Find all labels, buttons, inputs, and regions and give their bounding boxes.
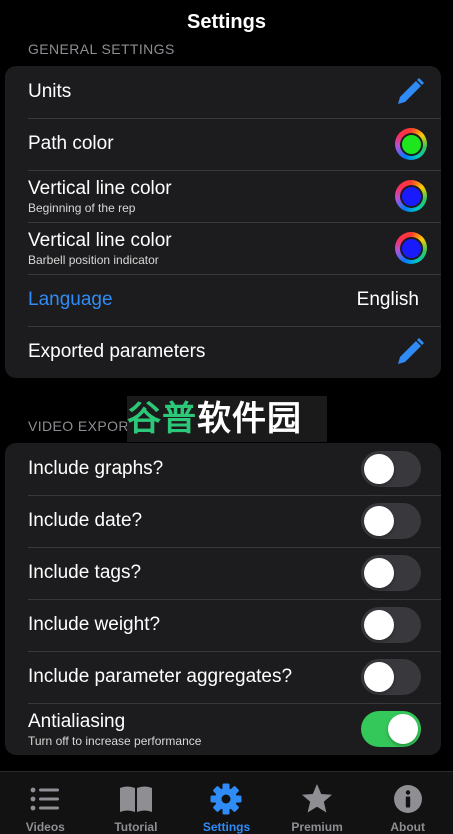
tab-tutorial-label: Tutorial	[114, 820, 158, 834]
pencil-icon[interactable]	[393, 335, 427, 369]
antialiasing-toggle[interactable]	[361, 711, 421, 747]
units-label: Units	[28, 81, 72, 102]
include-tags-label: Include tags?	[28, 562, 142, 583]
watermark-text-green: 谷普	[127, 399, 197, 439]
include-tags-row: Include tags?	[5, 547, 441, 599]
info-icon	[391, 782, 425, 815]
language-value: English	[356, 289, 419, 310]
tab-videos-label: Videos	[25, 820, 65, 834]
tab-premium-label: Premium	[291, 820, 343, 834]
tab-premium[interactable]: Premium	[272, 772, 363, 834]
include-parameter-aggregates-toggle[interactable]	[361, 659, 421, 695]
settings-screen: Settings GENERAL SETTINGS Units Path col…	[0, 0, 453, 834]
units-row[interactable]: Units	[5, 66, 441, 118]
watermark-text-white: 软件园	[197, 399, 302, 439]
color-wheel-icon[interactable]	[395, 128, 427, 160]
tab-bar: Videos Tutorial Settings Premium About	[0, 771, 453, 834]
language-label[interactable]: Language	[28, 289, 357, 311]
include-graphs-label: Include graphs?	[28, 458, 164, 479]
include-weight-label: Include weight?	[28, 614, 161, 635]
tab-about-label: About	[390, 820, 425, 834]
watermark-logo: 谷普 软件园	[127, 396, 327, 442]
tab-videos[interactable]: Videos	[0, 772, 91, 834]
vertical-line-color-label: Vertical line color	[28, 177, 172, 199]
include-weight-row: Include weight?	[5, 599, 441, 651]
book-icon	[119, 782, 153, 815]
path-color-row[interactable]: Path color	[5, 118, 441, 170]
path-color-label: Path color	[28, 133, 114, 154]
toggle-knob	[364, 454, 394, 484]
toggle-knob	[364, 558, 394, 588]
path-color-swatch	[399, 132, 423, 156]
tab-tutorial[interactable]: Tutorial	[91, 772, 182, 834]
video-export-group: Include graphs? Include date? Include ta…	[5, 443, 441, 755]
vertical-line-color-rep-row[interactable]: Vertical line color Beginning of the rep	[5, 170, 441, 222]
tab-settings[interactable]: Settings	[181, 772, 272, 834]
pencil-icon[interactable]	[393, 75, 427, 109]
tab-settings-label: Settings	[202, 820, 251, 834]
include-graphs-toggle[interactable]	[361, 451, 421, 487]
rep-line-color-swatch	[399, 184, 423, 208]
tab-about[interactable]: About	[362, 772, 453, 834]
barbell-line-color-swatch	[399, 236, 423, 260]
include-parameter-aggregates-row: Include parameter aggregates?	[5, 651, 441, 703]
barbell-position-sublabel: Barbell position indicator	[28, 252, 159, 267]
include-parameter-aggregates-label: Include parameter aggregates?	[28, 666, 293, 687]
include-date-row: Include date?	[5, 495, 441, 547]
video-export-header: VIDEO EXPORT	[28, 418, 138, 434]
star-icon	[300, 782, 334, 815]
vertical-line-color-label: Vertical line color	[28, 229, 172, 251]
toggle-knob	[388, 714, 418, 744]
include-date-toggle[interactable]	[361, 503, 421, 539]
general-settings-group: Units Path color Vertical line color Beg…	[5, 66, 441, 378]
vertical-line-color-barbell-row[interactable]: Vertical line color Barbell position ind…	[5, 222, 441, 274]
color-wheel-icon[interactable]	[395, 232, 427, 264]
include-date-label: Include date?	[28, 510, 143, 531]
color-wheel-icon[interactable]	[395, 180, 427, 212]
include-weight-toggle[interactable]	[361, 607, 421, 643]
include-graphs-row: Include graphs?	[5, 443, 441, 495]
exported-parameters-row[interactable]: Exported parameters	[5, 326, 441, 378]
language-row[interactable]: Language English	[5, 274, 441, 326]
antialiasing-row: Antialiasing Turn off to increase perfor…	[5, 703, 441, 755]
antialiasing-sublabel: Turn off to increase performance	[28, 733, 202, 748]
antialiasing-label: Antialiasing	[28, 710, 126, 732]
toggle-knob	[364, 610, 394, 640]
include-tags-toggle[interactable]	[361, 555, 421, 591]
list-icon	[28, 782, 62, 815]
page-title: Settings	[187, 10, 266, 33]
gear-icon	[209, 782, 243, 815]
exported-parameters-label: Exported parameters	[28, 341, 206, 362]
toggle-knob	[364, 506, 394, 536]
beginning-of-rep-sublabel: Beginning of the rep	[28, 200, 136, 215]
nav-bar: Settings	[0, 0, 453, 44]
toggle-knob	[364, 662, 394, 692]
